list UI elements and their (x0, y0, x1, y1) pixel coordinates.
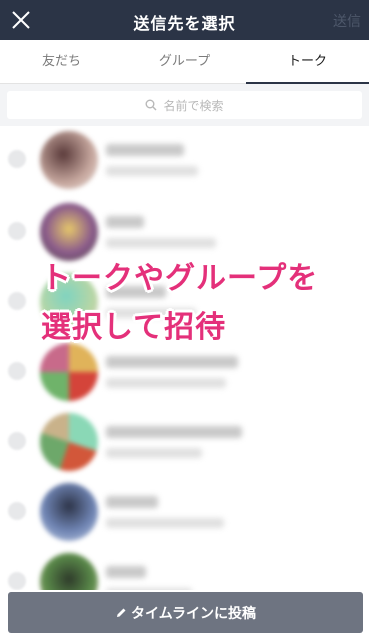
select-radio[interactable] (8, 502, 26, 520)
blurred-name (106, 216, 144, 228)
select-radio[interactable] (8, 572, 26, 590)
search-placeholder: 名前で検索 (163, 98, 224, 113)
blurred-message (106, 238, 216, 248)
search-area: 名前で検索 (0, 84, 369, 126)
avatar (40, 343, 98, 401)
header-bar: 送信先を選択 送信 (0, 0, 369, 40)
list-item[interactable] (0, 408, 369, 478)
annotation-line-1: トークやグループを (41, 261, 319, 296)
search-icon (145, 99, 157, 111)
tab-friends[interactable]: 友だち (0, 40, 123, 83)
post-button-label: タイムラインに投稿 (130, 605, 257, 622)
talk-list (0, 126, 369, 590)
avatar (40, 553, 98, 590)
list-item[interactable] (0, 338, 369, 408)
list-item[interactable] (0, 478, 369, 548)
tab-groups[interactable]: グループ (123, 40, 246, 83)
post-to-timeline-button[interactable]: タイムラインに投稿 (8, 592, 363, 633)
blurred-message (106, 518, 224, 528)
blurred-message (106, 588, 192, 590)
blurred-message (106, 448, 202, 458)
blurred-message (106, 378, 226, 388)
blurred-name (106, 566, 146, 578)
select-radio[interactable] (8, 222, 26, 240)
annotation-line-2: 選択して招待 (41, 310, 227, 345)
avatar (40, 413, 98, 471)
select-radio[interactable] (8, 362, 26, 380)
tab-bar: 友だち グループ トーク (0, 40, 369, 84)
blurred-name (106, 356, 238, 368)
list-item[interactable] (0, 126, 369, 196)
avatar (40, 483, 98, 541)
blurred-message (106, 166, 198, 176)
list-item[interactable] (0, 548, 369, 590)
send-button[interactable]: 送信 (333, 11, 361, 31)
select-radio[interactable] (8, 432, 26, 450)
avatar (40, 131, 98, 189)
select-radio[interactable] (8, 150, 26, 168)
tab-talks[interactable]: トーク (246, 40, 369, 84)
pencil-icon (116, 608, 126, 617)
blurred-name (106, 144, 184, 156)
blurred-name (106, 426, 242, 438)
page-title: 送信先を選択 (133, 14, 236, 33)
select-radio[interactable] (8, 292, 26, 310)
blurred-name (106, 496, 158, 508)
search-input[interactable]: 名前で検索 (7, 91, 362, 119)
